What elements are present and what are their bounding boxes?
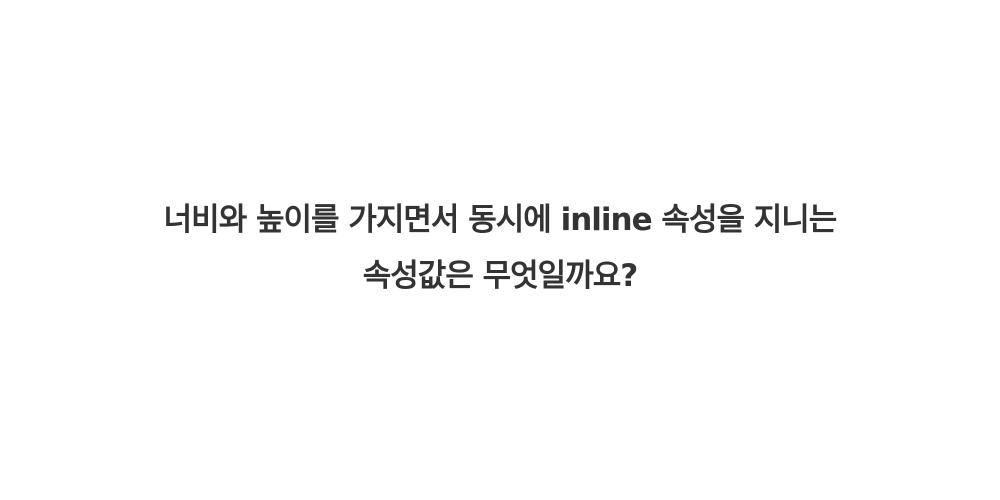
quiz-slide: 너비와 높이를 가지면서 동시에 inline 속성을 지니는 속성값은 무엇일… — [0, 0, 1000, 500]
question-text: 너비와 높이를 가지면서 동시에 inline 속성을 지니는 속성값은 무엇일… — [0, 192, 1000, 304]
question-line-1: 너비와 높이를 가지면서 동시에 inline 속성을 지니는 — [163, 202, 838, 238]
question-line-2: 속성값은 무엇일까요? — [362, 258, 638, 294]
